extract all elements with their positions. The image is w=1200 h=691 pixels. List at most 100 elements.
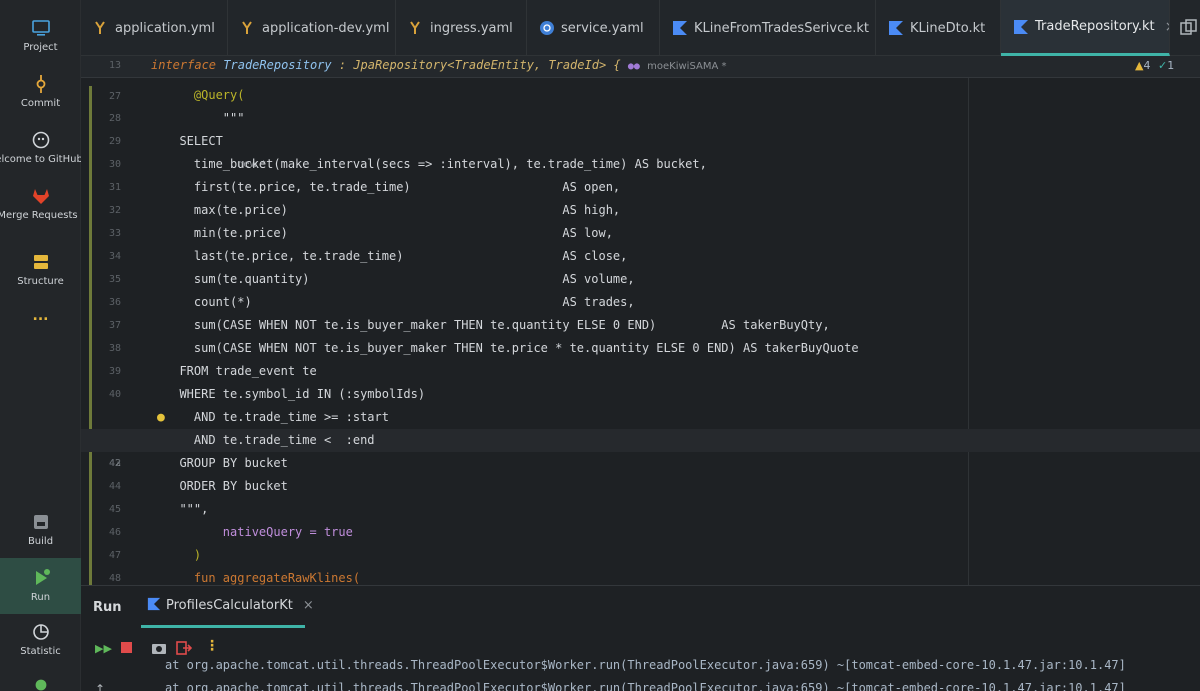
interface-name: TradeRepository [223,58,332,72]
run-title: Run [93,600,122,615]
check-count: 1 [1167,59,1175,72]
line-number: 37 [108,320,121,331]
tool-run-label: Run [30,592,51,603]
tab-kline-from-trades-service[interactable]: KLineFromTradesSerivce.kt [660,0,876,56]
line-number: 38 [108,343,121,354]
line-number: 46 [108,527,121,538]
exit-icon[interactable] [176,640,193,659]
code-line[interactable]: 46 nativeQuery = true [81,521,1200,544]
tool-project[interactable]: Project [0,18,81,53]
stop-icon[interactable] [121,642,132,653]
code-line[interactable]: 30 time_bucket(make_interval(secs => :in… [81,153,1200,176]
tab-label: KLineDto.kt [910,20,986,36]
code-line[interactable]: 27 @Query( new * [81,84,1200,170]
tab-service-yaml[interactable]: service.yaml [527,0,660,56]
line-number: 36 [108,297,121,308]
line-number: 39 [108,366,121,377]
line-text: @Query( [165,88,245,102]
code-editor[interactable]: 13 interface TradeRepository : JpaReposi… [81,56,1200,585]
code-line[interactable]: 28 """ [81,107,1200,130]
inspection-widget[interactable]: ▲4 ✓1 [1135,59,1174,72]
tab-label: application.yml [115,20,215,36]
code-line[interactable]: 39 FROM trade_event te [81,360,1200,383]
statistic-icon [32,624,49,640]
yaml-icon [240,20,256,36]
code-line[interactable]: 31 first(te.price, te.trade_time) AS ope… [81,176,1200,199]
line-text: first(te.price, te.trade_time) AS open, [165,180,621,194]
scroll-up-icon[interactable]: ↑ [95,682,105,691]
tab-application-yml[interactable]: application.yml [81,0,228,56]
code-line[interactable]: 44 ORDER BY bucket [81,475,1200,498]
line-text: nativeQuery = true [165,525,353,539]
tool-build[interactable]: Build [0,512,81,547]
tab-kline-dto[interactable]: KLineDto.kt [876,0,1001,56]
line-number: 44 [108,481,121,492]
line-number: 30 [108,159,121,170]
gear-icon [35,679,46,691]
interface-rest: : JpaRepository<TradeEntity, TradeId> { [331,58,621,72]
line-text: time_bucket(make_interval(secs => :inter… [165,157,707,171]
line-text: ) [165,548,202,562]
line-text: ORDER BY bucket [165,479,288,493]
code-line[interactable]: 47 ) [81,544,1200,567]
tool-run[interactable]: Run [0,558,81,614]
tab-label: ingress.yaml [430,20,513,36]
rerun-icon[interactable]: ▶▶ [95,642,112,655]
line-text: last(te.price, te.trade_time) AS close, [165,249,628,263]
close-icon[interactable]: × [303,598,314,613]
kubernetes-icon [539,20,555,36]
code-line[interactable]: 43 GROUP BY bucket [81,452,1200,475]
tab-application-dev-yml[interactable]: application-dev.yml [228,0,396,56]
more-vertical-icon[interactable]: ⋮ [205,638,219,654]
code-line[interactable]: 35 sum(te.quantity) AS volume, [81,268,1200,291]
lightbulb-icon[interactable]: ● [157,406,165,429]
tab-trade-repository[interactable]: TradeRepository.kt × [1001,0,1170,56]
camera-icon[interactable] [151,640,167,659]
code-line[interactable]: 36 count(*) AS trades, [81,291,1200,314]
tool-github[interactable]: Welcome to GitHub [0,130,81,165]
sticky-header[interactable]: 13 interface TradeRepository : JpaReposi… [81,56,1200,78]
line-text: FROM trade_event te [165,364,317,378]
code-line[interactable]: 32 max(te.price) AS high, [81,199,1200,222]
tool-commit[interactable]: Commit [0,74,81,109]
code-line[interactable]: 29 SELECT [81,130,1200,153]
run-config-tab[interactable]: ProfilesCalculatorKt × [141,586,314,628]
run-icon [35,569,50,585]
line-number: 47 [108,550,121,561]
tab-label: KLineFromTradesSerivce.kt [694,20,869,36]
line-number: 40 [108,389,121,400]
line-text: sum(te.quantity) AS volume, [165,272,635,286]
line-text: """ [165,111,245,125]
tool-settings[interactable] [0,676,81,691]
gitlab-icon [32,189,49,204]
code-line[interactable]: 41 ● AND te.trade_time >= :start [81,406,1200,446]
code-line[interactable]: 48 fun aggregateRawKlines( [81,567,1200,585]
line-number: 31 [108,182,121,193]
line-text: AND te.trade_time >= :start [165,410,389,424]
code-line-current[interactable]: 42 AND te.trade_time < :end [81,429,1200,469]
code-line[interactable]: 38 sum(CASE WHEN NOT te.is_buyer_maker T… [81,337,1200,360]
tab-ingress-yaml[interactable]: ingress.yaml [396,0,527,56]
code-line[interactable]: 33 min(te.price) AS low, [81,222,1200,245]
build-icon [33,515,48,529]
line-text: """, [165,502,209,516]
commit-icon [36,75,45,93]
close-icon[interactable]: × [1165,19,1169,35]
yaml-icon [408,20,424,36]
tool-build-label: Build [27,536,54,547]
tool-structure[interactable]: Structure [0,252,81,287]
run-toolbar: ▶▶ ⋮ [81,628,1200,658]
split-editor-icon[interactable] [1179,18,1199,42]
code-line[interactable]: 40 WHERE te.symbol_id IN (:symbolIds) [81,383,1200,406]
keyword-interface: interface [151,58,217,72]
code-line[interactable]: 45 """, [81,498,1200,521]
line-number: 48 [108,573,121,584]
tool-more[interactable]: ... [0,308,81,324]
line-text: GROUP BY bucket [165,456,288,470]
tool-merge-requests[interactable]: Merge Requests [0,186,81,221]
console-line: at org.apache.tomcat.util.threads.Thread… [165,658,1126,672]
tool-statistic[interactable]: Statistic [0,622,81,657]
tab-label: application-dev.yml [262,20,390,36]
code-line[interactable]: 37 sum(CASE WHEN NOT te.is_buyer_maker T… [81,314,1200,337]
code-line[interactable]: 34 last(te.price, te.trade_time) AS clos… [81,245,1200,268]
